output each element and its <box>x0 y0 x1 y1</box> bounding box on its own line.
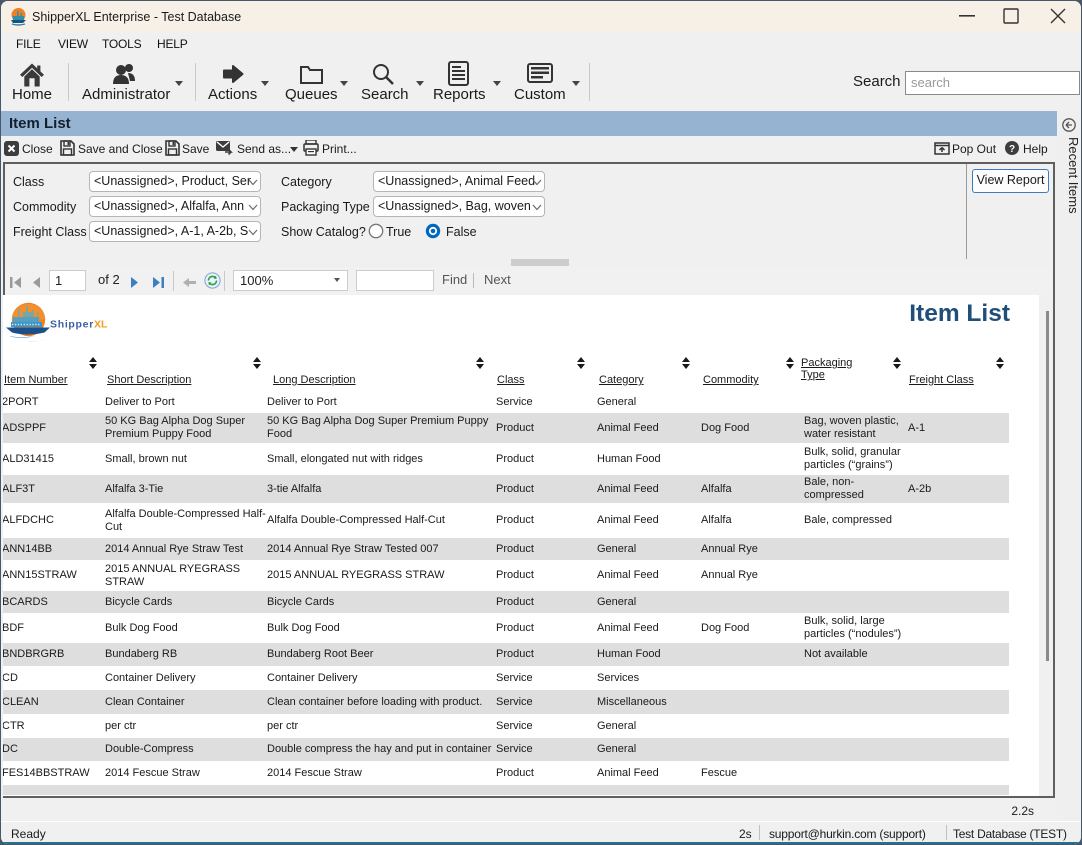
svg-text:XL: XL <box>94 319 108 331</box>
svg-text:Shipper: Shipper <box>50 319 94 331</box>
svg-text:?: ? <box>1009 144 1015 155</box>
